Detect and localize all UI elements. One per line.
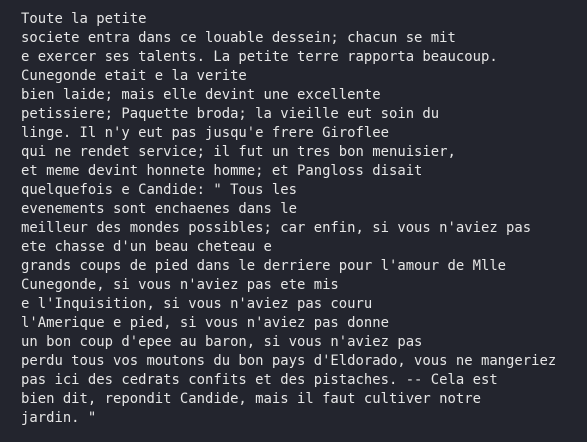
text-line: societe entra dans ce louable dessein; c…: [21, 30, 456, 46]
text-line: pas ici des cedrats confits et des pista…: [21, 372, 498, 388]
terminal-output: Toute la petite societe entra dans ce lo…: [0, 0, 587, 442]
text-line: bien dit, repondit Candide, mais il faut…: [21, 391, 481, 407]
text-line: meilleur des mondes possibles; car enfin…: [21, 220, 532, 236]
text-line: et meme devint honnete homme; et Panglos…: [21, 163, 423, 179]
text-line: bien laide; mais elle devint une excelle…: [21, 87, 381, 103]
text-line: Cunegonde, si vous n'aviez pas ete mis: [21, 277, 339, 293]
text-line: Toute la petite: [21, 11, 147, 27]
text-line: qui ne rendet service; il fut un tres bo…: [21, 144, 456, 160]
text-line: Cunegonde etait e la verite: [21, 68, 247, 84]
text-line: grands coups de pied dans le derriere po…: [21, 258, 507, 274]
text-line: ete chasse d'un beau cheteau e: [21, 239, 272, 255]
text-line: e exercer ses talents. La petite terre r…: [21, 49, 498, 65]
text-line: e l'Inquisition, si vous n'aviez pas cou…: [21, 296, 373, 312]
text-line: petissiere; Paquette broda; la vieille e…: [21, 106, 440, 122]
text-line: linge. Il n'y eut pas jusqu'e frere Giro…: [21, 125, 389, 141]
text-line: perdu tous vos moutons du bon pays d'Eld…: [21, 353, 557, 369]
text-line: quelquefois e Candide: " Tous les: [21, 182, 297, 198]
text-line: l'Amerique e pied, si vous n'aviez pas d…: [21, 315, 389, 331]
text-line: jardin. ": [21, 410, 97, 426]
text-line: evenements sont enchaenes dans le: [21, 201, 297, 217]
text-line: un bon coup d'epee au baron, si vous n'a…: [21, 334, 423, 350]
